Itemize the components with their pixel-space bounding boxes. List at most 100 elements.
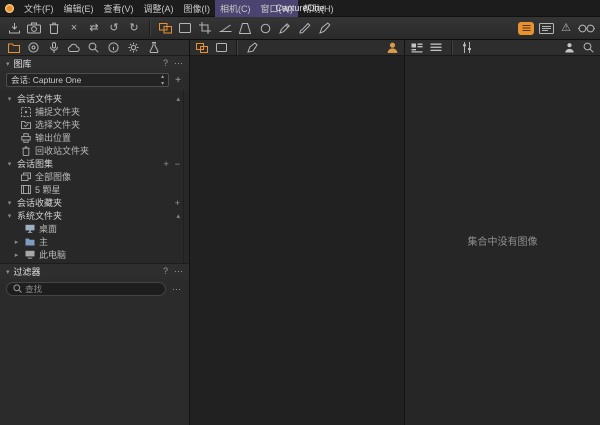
mask-icon[interactable] (296, 20, 314, 37)
menu-item-image[interactable]: 图像(I) (179, 0, 216, 17)
tree-section-system-folders[interactable]: ▾ 系统文件夹 ▴ (0, 209, 189, 222)
gear-tab-icon[interactable] (127, 41, 140, 54)
annotate-icon[interactable] (316, 20, 334, 37)
multi-view-icon[interactable] (156, 20, 174, 37)
left-sidebar: ▾ 图库 ? ⋯ 会话: Capture One ▴▾ + ▾ (0, 40, 190, 425)
expand-right-icon[interactable]: ▸ (13, 251, 20, 259)
toolbar-divider (451, 41, 452, 55)
tree-item-desktop[interactable]: 桌面 (0, 222, 189, 235)
browser-panel: 集合中没有图像 (405, 40, 600, 425)
toolbar-divider (149, 21, 150, 35)
collapse-up-icon[interactable]: ▴ (176, 212, 180, 220)
menu-item-file[interactable]: 文件(F) (19, 0, 59, 17)
adjustments-clipboard-glyph (518, 22, 534, 35)
list-view-icon[interactable] (428, 41, 444, 55)
zoom-icon[interactable] (580, 41, 596, 55)
mic-tab-icon[interactable] (47, 41, 60, 54)
output-printer-icon (20, 133, 31, 143)
viewer-toolbar (190, 40, 404, 56)
menu-item-camera[interactable]: 相机(C) (215, 0, 256, 17)
tree-item-five-stars[interactable]: 5 颗星 (0, 183, 189, 196)
sync-icon[interactable]: ⇄ (85, 20, 103, 37)
eyedropper-icon[interactable] (276, 20, 294, 37)
tree-item-selects-folder[interactable]: 选择文件夹 (0, 118, 189, 131)
compare-view-icon[interactable] (213, 41, 229, 55)
menu-item-view[interactable]: 查看(V) (99, 0, 139, 17)
adjustments-clipboard-icon[interactable] (517, 20, 535, 37)
add-favorite-button[interactable]: + (175, 198, 180, 208)
filters-more-button[interactable]: ⋯ (174, 266, 183, 277)
browser-toolbar (405, 40, 600, 56)
viewer-panel (190, 40, 405, 425)
desktop-monitor-icon (24, 224, 35, 234)
flask-tab-icon[interactable] (147, 41, 160, 54)
styles-icon[interactable] (537, 20, 555, 37)
delete-icon[interactable]: × (65, 20, 83, 37)
folder-tab-icon[interactable] (7, 41, 20, 54)
user-icon[interactable] (561, 41, 577, 55)
tree-item-label: 回收站文件夹 (35, 144, 89, 157)
add-album-button[interactable]: + (163, 159, 168, 169)
tree-item-trash-folder[interactable]: 回收站文件夹 (0, 144, 189, 157)
library-panel-header[interactable]: ▾ 图库 ? ⋯ (0, 56, 189, 71)
tree-item-label: 输出位置 (35, 131, 71, 144)
spot-icon[interactable] (256, 20, 274, 37)
tree-scroll-gutter (183, 90, 184, 263)
search-icon (13, 280, 22, 298)
tree-section-session-albums[interactable]: ▾ 会话图集 + − (0, 157, 189, 170)
menu-bar: 文件(F) 编辑(E) 查看(V) 调整(A) 图像(I) 相机(C) 窗口(W… (0, 0, 600, 17)
session-dropdown-label: 会话: Capture One (11, 74, 81, 86)
import-icon[interactable] (5, 20, 23, 37)
remove-album-button[interactable]: − (175, 159, 180, 169)
aperture-tab-icon[interactable] (27, 41, 40, 54)
cloud-tab-icon[interactable] (67, 41, 80, 54)
filmstrip-icon (20, 185, 31, 195)
menu-item-adjust[interactable]: 调整(A) (139, 0, 179, 17)
filters-panel-header[interactable]: ▾ 过滤器 ? ⋯ (0, 264, 189, 279)
rotate-right-icon[interactable]: ↻ (125, 20, 143, 37)
user-icon[interactable] (384, 41, 400, 55)
info-tab-icon[interactable] (107, 41, 120, 54)
filters-help-button[interactable]: ? (163, 266, 168, 277)
tree-item-home[interactable]: ▸ 主 (0, 235, 189, 248)
sidebar-empty-area (0, 299, 189, 425)
tree-section-session-folders[interactable]: ▾ 会话文件夹 ▴ (0, 92, 189, 105)
camera-icon[interactable] (25, 20, 43, 37)
crop-icon[interactable] (196, 20, 214, 37)
library-tree: ▾ 会话文件夹 ▴ 捕捉文件夹 选择文件夹 (0, 90, 189, 264)
collapse-up-icon[interactable]: ▴ (176, 95, 180, 103)
proof-glasses-icon[interactable] (577, 20, 595, 37)
tree-item-capture-folder[interactable]: 捕捉文件夹 (0, 105, 189, 118)
main-area: ▾ 图库 ? ⋯ 会话: Capture One ▴▾ + ▾ (0, 40, 600, 425)
keystone-icon[interactable] (236, 20, 254, 37)
warning-icon[interactable]: ⚠ (557, 20, 575, 37)
menu-item-edit[interactable]: 编辑(E) (59, 0, 99, 17)
tree-item-output-location[interactable]: 输出位置 (0, 131, 189, 144)
rotate-left-icon[interactable]: ↺ (105, 20, 123, 37)
grid-view-icon[interactable] (194, 41, 210, 55)
straighten-icon[interactable] (216, 20, 234, 37)
tree-item-this-pc[interactable]: ▸ 此电脑 (0, 248, 189, 261)
images-stack-icon (20, 172, 31, 182)
expand-right-icon[interactable]: ▸ (13, 238, 20, 246)
library-more-button[interactable]: ⋯ (174, 58, 183, 69)
app-logo-icon[interactable] (5, 4, 14, 13)
tree-item-label: 全部图像 (35, 170, 71, 183)
tree-item-all-images[interactable]: 全部图像 (0, 170, 189, 183)
sort-sliders-icon[interactable] (459, 41, 475, 55)
add-session-button[interactable]: + (173, 75, 183, 86)
chevron-down-icon: ▾ (6, 160, 13, 168)
search-input[interactable] (25, 284, 159, 294)
library-help-button[interactable]: ? (163, 58, 168, 69)
chevron-updown-icon: ▴▾ (161, 73, 164, 87)
tree-section-session-favorites[interactable]: ▾ 会话收藏夹 + (0, 196, 189, 209)
annotation-icon[interactable] (244, 41, 260, 55)
trash-icon[interactable] (45, 20, 63, 37)
search-more-button[interactable]: ⋯ (170, 284, 183, 295)
folder-icon (24, 237, 35, 247)
magnifier-tab-icon[interactable] (87, 41, 100, 54)
single-view-icon[interactable] (176, 20, 194, 37)
chevron-down-icon: ▾ (6, 95, 13, 103)
session-dropdown[interactable]: 会话: Capture One ▴▾ (6, 73, 169, 87)
thumb-view-icon[interactable] (409, 41, 425, 55)
